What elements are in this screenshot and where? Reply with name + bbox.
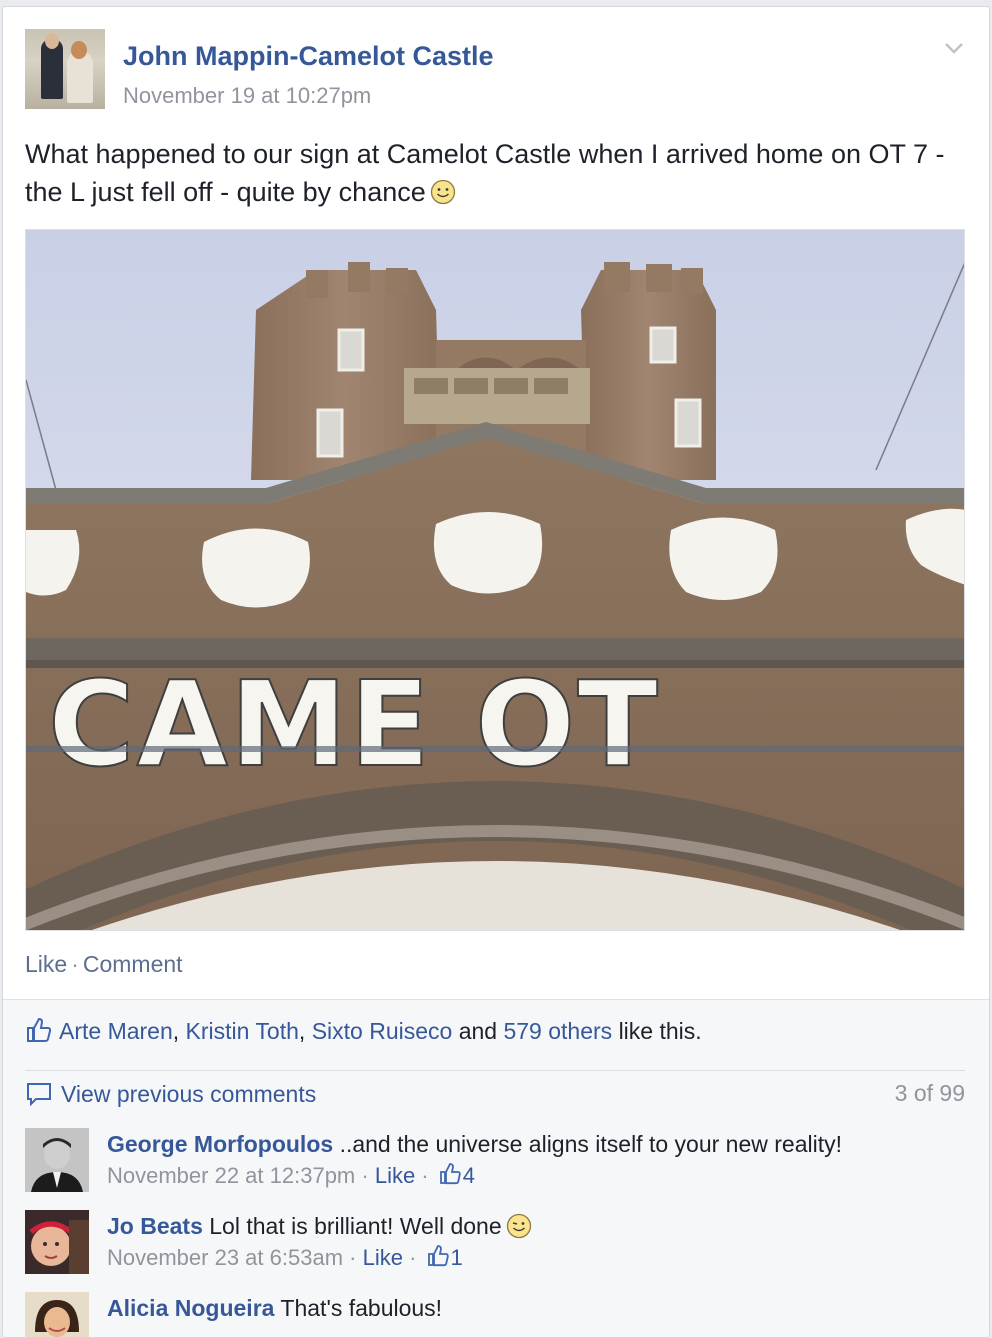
commenter-avatar[interactable] bbox=[25, 1210, 89, 1274]
liker-3[interactable]: Sixto Ruiseco bbox=[312, 1018, 453, 1044]
comment-item: Alicia Nogueira That's fabulous! bbox=[25, 1292, 965, 1337]
post-actions: Like · Comment bbox=[25, 951, 183, 978]
commenter-name[interactable]: Alicia Nogueira bbox=[107, 1295, 274, 1321]
and-text: and bbox=[458, 1018, 498, 1044]
like-link[interactable]: Like bbox=[25, 951, 67, 977]
divider bbox=[25, 1070, 965, 1071]
comment-item: Jo Beats Lol that is brilliant! Well don… bbox=[25, 1210, 965, 1282]
likes-summary: Arte Maren, Kristin Toth, Sixto Ruiseco … bbox=[25, 1016, 702, 1045]
view-previous-comments-link[interactable]: View previous comments bbox=[61, 1081, 316, 1107]
post-photo[interactable]: CAME OT bbox=[25, 229, 965, 931]
comment-like-link[interactable]: Like bbox=[375, 1163, 415, 1188]
thumbs-up-icon bbox=[427, 1245, 449, 1267]
comment-bubble-icon bbox=[27, 1083, 51, 1107]
post-text: What happened to our sign at Camelot Cas… bbox=[25, 135, 965, 211]
commenter-avatar[interactable] bbox=[25, 1292, 89, 1337]
feedback-section: Arte Maren, Kristin Toth, Sixto Ruiseco … bbox=[3, 999, 989, 1337]
smiley-emoji-icon bbox=[506, 1213, 531, 1239]
comment-like-link[interactable]: Like bbox=[363, 1245, 403, 1270]
post-header: John Mappin-Camelot Castle November 19 a… bbox=[25, 29, 965, 117]
commenter-name[interactable]: George Morfopoulos bbox=[107, 1131, 333, 1157]
post-text-content: What happened to our sign at Camelot Cas… bbox=[25, 139, 945, 207]
comment-item: George Morfopoulos ..and the universe al… bbox=[25, 1128, 965, 1200]
comment-like-count[interactable]: 4 bbox=[463, 1163, 475, 1188]
castle-photo: CAME OT bbox=[26, 230, 964, 930]
author-name[interactable]: John Mappin-Camelot Castle bbox=[123, 41, 494, 72]
liker-1[interactable]: Arte Maren bbox=[59, 1018, 173, 1044]
thumbs-up-icon bbox=[27, 1017, 52, 1042]
comment-text: Lol that is brilliant! Well done bbox=[209, 1213, 502, 1239]
smiley-emoji-icon bbox=[430, 179, 455, 205]
post-card: John Mappin-Camelot Castle November 19 a… bbox=[2, 6, 990, 1338]
action-separator: · bbox=[71, 951, 79, 977]
commenter-name[interactable]: Jo Beats bbox=[107, 1213, 203, 1239]
comment-text: That's fabulous! bbox=[280, 1295, 443, 1321]
liker-2[interactable]: Kristin Toth bbox=[186, 1018, 299, 1044]
comment-link[interactable]: Comment bbox=[83, 951, 183, 977]
thumbs-up-icon bbox=[439, 1163, 461, 1185]
post-timestamp[interactable]: November 19 at 10:27pm bbox=[123, 83, 371, 109]
sign-letters: CAME OT bbox=[48, 655, 660, 793]
like-suffix: like this. bbox=[618, 1018, 702, 1044]
comment-time[interactable]: November 22 at 12:37pm bbox=[107, 1163, 355, 1188]
others-link[interactable]: 579 others bbox=[503, 1018, 612, 1044]
commenter-avatar[interactable] bbox=[25, 1128, 89, 1192]
comment-time[interactable]: November 23 at 6:53am bbox=[107, 1245, 343, 1270]
comment-count: 3 of 99 bbox=[894, 1080, 965, 1106]
author-avatar[interactable] bbox=[25, 29, 105, 109]
comment-text: ..and the universe aligns itself to your… bbox=[339, 1131, 842, 1157]
comment-like-count[interactable]: 1 bbox=[451, 1245, 463, 1270]
previous-comments-row: View previous comments 3 of 99 bbox=[25, 1080, 965, 1116]
chevron-down-icon[interactable] bbox=[943, 37, 965, 59]
